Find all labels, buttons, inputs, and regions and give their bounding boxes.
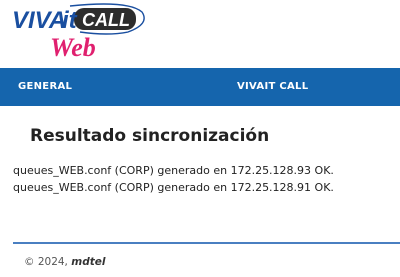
- nav-item-general[interactable]: GENERAL: [18, 68, 72, 106]
- footer-copyright: © 2024,: [24, 256, 68, 268]
- logo-it-text: it: [62, 7, 78, 34]
- footer-brand: mdtel: [71, 256, 106, 268]
- footer: © 2024, mdtel: [24, 256, 105, 268]
- header: VIVA it CALL Web: [0, 0, 400, 68]
- logo-web-text: Web: [50, 33, 96, 62]
- result-line: queues_WEB.conf (CORP) generado en 172.2…: [13, 164, 334, 177]
- logo-viva-text: VIVA: [12, 7, 66, 34]
- page-title: Resultado sincronización: [30, 126, 270, 146]
- nav-item-vivait-call[interactable]: VIVAIT CALL: [237, 68, 308, 106]
- logo-call-text: CALL: [82, 10, 130, 30]
- sync-results: queues_WEB.conf (CORP) generado en 172.2…: [13, 162, 334, 196]
- main-navigation: GENERAL VIVAIT CALL: [0, 68, 400, 106]
- result-line: queues_WEB.conf (CORP) generado en 172.2…: [13, 181, 334, 194]
- vivait-call-web-logo[interactable]: VIVA it CALL Web: [10, 2, 150, 64]
- footer-divider: [13, 242, 400, 244]
